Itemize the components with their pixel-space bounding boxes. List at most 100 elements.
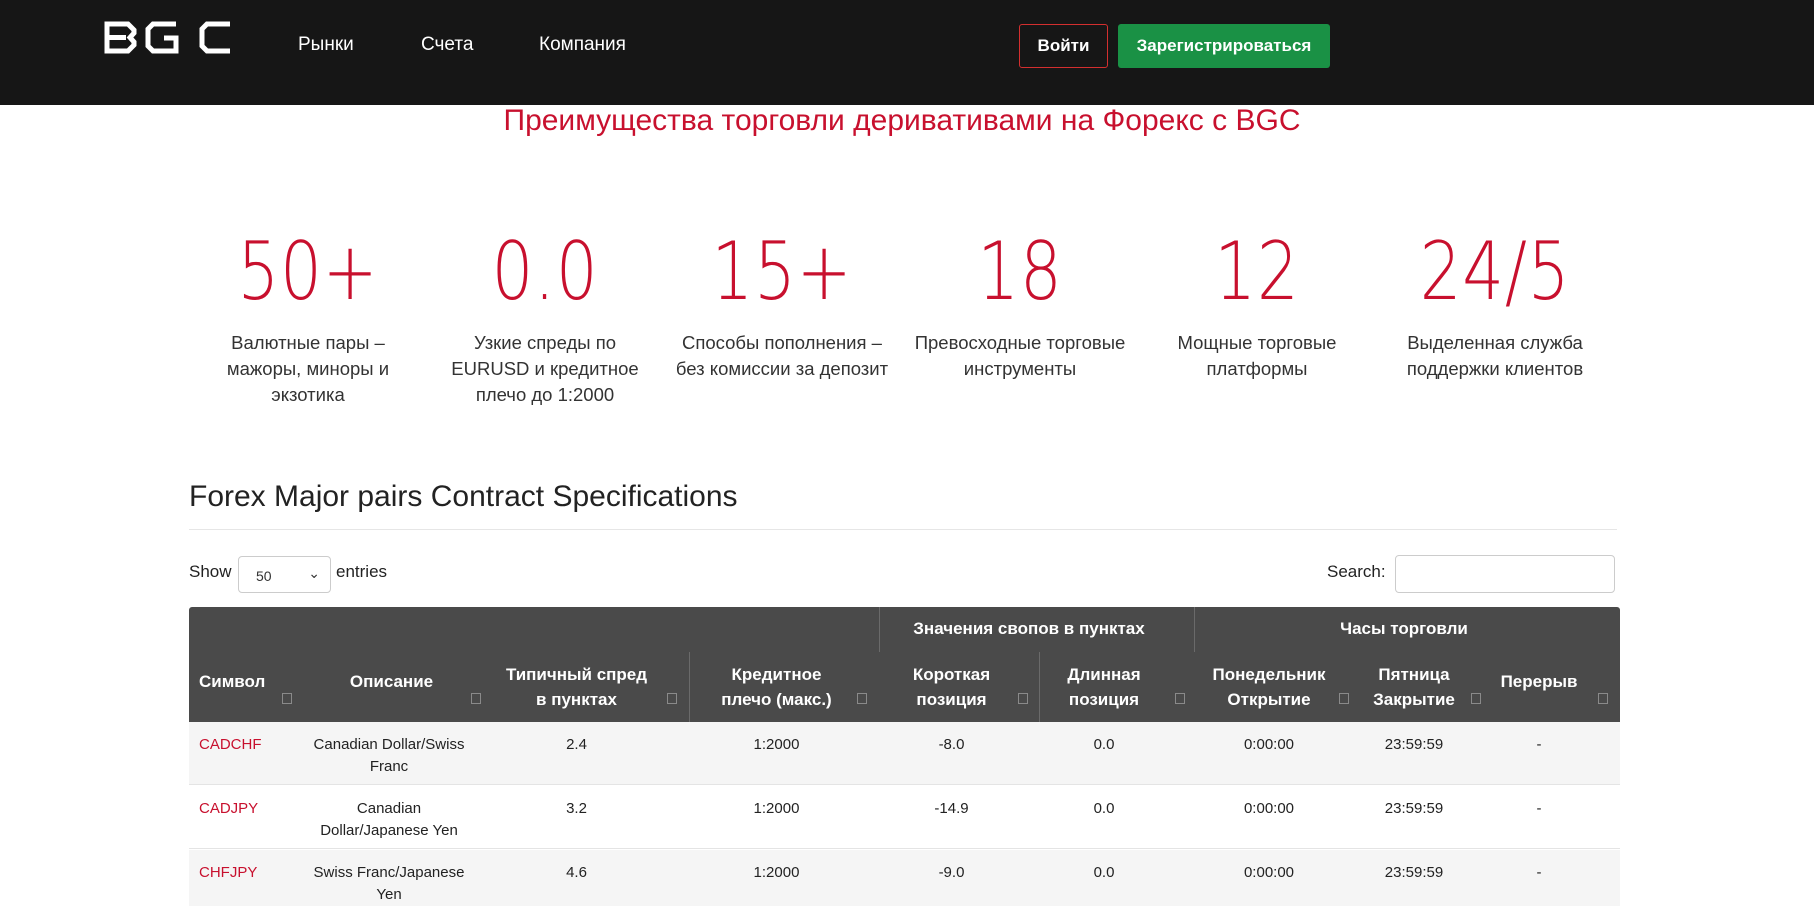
sort-icon[interactable] bbox=[1018, 693, 1028, 704]
sort-icon[interactable] bbox=[667, 693, 677, 704]
short-position-cell: -14.9 bbox=[934, 800, 969, 817]
description-cell: Canadian Dollar/Swiss Franc bbox=[309, 734, 469, 778]
symbol-link[interactable]: CADJPY bbox=[199, 798, 299, 820]
description-cell: Canadian Dollar/Japanese Yen bbox=[309, 798, 469, 842]
long-position-cell: 0.0 bbox=[1093, 800, 1115, 817]
stat-description: Выделенная служба поддержки клиентов bbox=[1406, 332, 1584, 379]
divider bbox=[879, 607, 880, 652]
stat-support: 24/5 Выделенная служба поддержки клиенто… bbox=[1385, 228, 1605, 382]
divider bbox=[1194, 607, 1195, 652]
symbol-link[interactable]: CADCHF bbox=[199, 734, 299, 756]
friday-close-cell: 23:59:59 bbox=[1384, 800, 1444, 817]
stat-description: Превосходные торговые инструменты bbox=[914, 332, 1126, 379]
column-header-line: Описание bbox=[349, 672, 434, 691]
column-header-symbol[interactable]: Символ bbox=[199, 669, 279, 694]
sort-icon[interactable] bbox=[1598, 693, 1608, 704]
column-header-line: позиция bbox=[1068, 690, 1140, 709]
stat-trading-tools: 18 Превосходные торговые инструменты bbox=[910, 228, 1130, 382]
search-label: Search: bbox=[1327, 562, 1386, 581]
stat-value: 0.0 bbox=[491, 225, 599, 318]
description-line: Swiss Franc/Japanese bbox=[313, 864, 465, 881]
nav-company[interactable]: Компания bbox=[539, 34, 626, 56]
column-header-line: Длинная bbox=[1067, 665, 1141, 684]
stat-description: Мощные торговые платформы bbox=[1177, 332, 1337, 379]
stat-spreads: 0.0 Узкие спреды по EURUSD и кредитное п… bbox=[435, 228, 655, 408]
divider bbox=[189, 529, 1617, 530]
column-header-line: плечо (макс.) bbox=[721, 690, 832, 709]
spread-cell: 4.6 bbox=[566, 864, 587, 881]
description-line: Canadian Dollar/Swiss bbox=[313, 736, 465, 753]
description-line: Dollar/Japanese Yen bbox=[320, 822, 458, 839]
column-header-short-position[interactable]: Короткая позиция bbox=[879, 662, 1024, 712]
nav-markets[interactable]: Рынки bbox=[298, 34, 354, 56]
group-header-swaps: Значения свопов в пунктах bbox=[913, 619, 1145, 638]
column-header-long-position[interactable]: Длинная позиция bbox=[1039, 662, 1169, 712]
stat-value: 24/5 bbox=[1419, 225, 1571, 318]
sort-icon[interactable] bbox=[857, 693, 867, 704]
short-position-cell: -8.0 bbox=[938, 736, 965, 753]
stat-deposit-methods: 15+ Способы пополнения – без комиссии за… bbox=[672, 228, 892, 382]
column-header-line: Кредитное bbox=[731, 665, 822, 684]
spread-cell: 3.2 bbox=[566, 800, 587, 817]
column-header-line: Понедельник bbox=[1212, 665, 1326, 684]
sort-icon[interactable] bbox=[282, 693, 292, 704]
section-title: Forex Major pairs Contract Specification… bbox=[189, 480, 738, 513]
spread-cell: 2.4 bbox=[566, 736, 587, 753]
bgc-logo-icon[interactable] bbox=[104, 21, 234, 54]
nav-accounts[interactable]: Счета bbox=[421, 34, 473, 56]
table-header: Значения свопов в пунктах Часы торговли … bbox=[189, 607, 1620, 722]
table-row: CHFJPY Swiss Franc/Japanese Yen 4.6 1:20… bbox=[189, 850, 1620, 906]
monday-open-cell: 0:00:00 bbox=[1243, 736, 1295, 753]
description-line: Franc bbox=[369, 758, 409, 775]
column-header-monday-open[interactable]: Понедельник Открытие bbox=[1194, 662, 1344, 712]
column-header-line: Типичный спред bbox=[505, 665, 648, 684]
sort-icon[interactable] bbox=[1175, 693, 1185, 704]
sort-icon[interactable] bbox=[1339, 693, 1349, 704]
stat-description: Способы пополнения – без комиссии за деп… bbox=[675, 332, 889, 379]
column-header-line: Короткая bbox=[912, 665, 991, 684]
stat-description: Узкие спреды по EURUSD и кредитное плечо… bbox=[451, 332, 639, 405]
break-cell: - bbox=[1536, 736, 1542, 753]
leverage-cell: 1:2000 bbox=[753, 800, 800, 817]
friday-close-cell: 23:59:59 bbox=[1384, 864, 1444, 881]
stat-platforms: 12 Мощные торговые платформы bbox=[1147, 228, 1367, 382]
sort-icon[interactable] bbox=[1471, 693, 1481, 704]
table-row: CADJPY Canadian Dollar/Japanese Yen 3.2 … bbox=[189, 786, 1620, 849]
description-cell: Swiss Franc/Japanese Yen bbox=[309, 862, 469, 906]
entries-value: 50 bbox=[256, 568, 272, 584]
stat-value: 15+ bbox=[711, 225, 853, 318]
column-header-line: Перерыв bbox=[1500, 672, 1578, 691]
column-header-line: Пятница bbox=[1378, 665, 1450, 684]
short-position-cell: -9.0 bbox=[938, 864, 965, 881]
leverage-cell: 1:2000 bbox=[753, 736, 800, 753]
column-header-spread[interactable]: Типичный спред в пунктах bbox=[494, 662, 659, 712]
symbol-link[interactable]: CHFJPY bbox=[199, 862, 299, 884]
sort-icon[interactable] bbox=[471, 693, 481, 704]
entries-label: entries bbox=[336, 562, 388, 581]
chevron-down-icon: ⌄ bbox=[308, 565, 320, 581]
stat-description: Валютные пары – мажоры, миноры и экзотик… bbox=[226, 332, 390, 405]
break-cell: - bbox=[1536, 864, 1542, 881]
monday-open-cell: 0:00:00 bbox=[1243, 800, 1295, 817]
leverage-cell: 1:2000 bbox=[753, 864, 800, 881]
column-header-description[interactable]: Описание bbox=[309, 669, 474, 694]
stat-value: 18 bbox=[977, 225, 1063, 318]
search-input[interactable] bbox=[1395, 555, 1615, 593]
long-position-cell: 0.0 bbox=[1093, 864, 1115, 881]
column-header-line: Открытие bbox=[1227, 690, 1311, 709]
stat-value: 12 bbox=[1214, 225, 1300, 318]
login-button[interactable]: Войти bbox=[1019, 24, 1108, 68]
top-navbar: Рынки Счета Компания Войти Зарегистриров… bbox=[0, 0, 1814, 105]
monday-open-cell: 0:00:00 bbox=[1243, 864, 1295, 881]
register-button[interactable]: Зарегистрироваться bbox=[1118, 24, 1330, 68]
column-header-friday-close[interactable]: Пятница Закрытие bbox=[1354, 662, 1474, 712]
long-position-cell: 0.0 bbox=[1093, 736, 1115, 753]
column-header-leverage[interactable]: Кредитное плечо (макс.) bbox=[689, 662, 864, 712]
table-row: CADCHF Canadian Dollar/Swiss Franc 2.4 1… bbox=[189, 722, 1620, 785]
friday-close-cell: 23:59:59 bbox=[1384, 736, 1444, 753]
show-label: Show bbox=[189, 562, 232, 581]
column-header-break[interactable]: Перерыв bbox=[1489, 669, 1589, 694]
column-header-line: Закрытие bbox=[1373, 690, 1455, 709]
group-header-trading-hours: Часы торговли bbox=[1340, 619, 1468, 638]
entries-select[interactable]: 50 ⌄ bbox=[238, 556, 331, 593]
